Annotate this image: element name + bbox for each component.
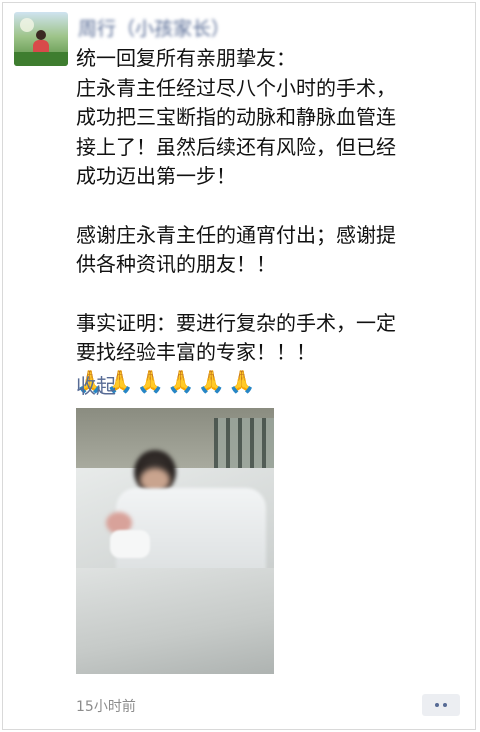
emoji-row: 🙏 🙏 🙏 🙏 🙏 🙏: [76, 368, 446, 398]
dot-icon: [435, 703, 439, 707]
post-line: 要找经验丰富的专家！！！: [76, 340, 316, 364]
avatar-grass: [14, 52, 68, 66]
post-line: 成功迈出第一步！: [76, 164, 236, 188]
folded-hands-emoji: 🙏: [167, 369, 195, 395]
photo-blanket: [76, 568, 274, 674]
folded-hands-emoji: 🙏: [136, 369, 165, 395]
folded-hands-emoji: 🙏: [228, 369, 256, 395]
avatar-sun: [20, 18, 34, 32]
post-line: 统一回复所有亲朋挚友：: [76, 46, 296, 70]
post-line: 庄永青主任经过尽八个小时的手术，: [76, 75, 396, 100]
collapse-link[interactable]: 收起: [76, 370, 116, 399]
avatar[interactable]: [14, 12, 68, 66]
author-name[interactable]: 周行（小孩家长）: [78, 14, 230, 41]
post-line: 接上了！虽然后续还有风险，但已经: [76, 134, 396, 159]
post-photo[interactable]: [76, 408, 274, 674]
timestamp: 15小时前: [76, 699, 136, 715]
post-line: 成功把三宝断指的动脉和静脉血管连: [76, 105, 396, 129]
post-line: 事实证明：要进行复杂的手术，一定: [76, 310, 396, 335]
post-text: 统一回复所有亲朋挚友： 庄永青主任经过尽八个小时的手术， 成功把三宝断指的动脉和…: [76, 44, 446, 398]
post-line: 供各种资讯的朋友！！: [76, 252, 276, 276]
photo-bandage: [110, 530, 150, 558]
folded-hands-emoji: 🙏: [197, 369, 226, 395]
more-actions-button[interactable]: [422, 694, 460, 716]
avatar-person-head: [36, 30, 46, 40]
dot-icon: [443, 703, 447, 707]
post-line: 感谢庄永青主任的通宵付出；感谢提: [76, 222, 396, 247]
